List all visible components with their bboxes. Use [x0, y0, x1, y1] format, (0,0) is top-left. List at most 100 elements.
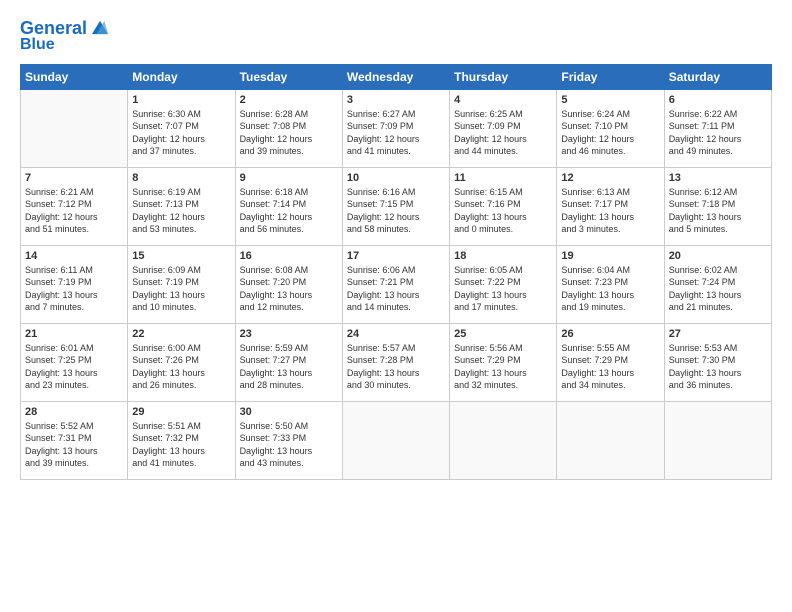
- day-number: 22: [132, 328, 230, 340]
- day-number: 8: [132, 172, 230, 184]
- day-number: 3: [347, 94, 445, 106]
- day-number: 25: [454, 328, 552, 340]
- day-number: 28: [25, 406, 123, 418]
- day-info: Sunrise: 5:56 AM Sunset: 7:29 PM Dayligh…: [454, 342, 552, 392]
- weekday-header: Wednesday: [342, 64, 449, 89]
- day-info: Sunrise: 6:15 AM Sunset: 7:16 PM Dayligh…: [454, 186, 552, 236]
- calendar-cell: 12Sunrise: 6:13 AM Sunset: 7:17 PM Dayli…: [557, 167, 664, 245]
- day-number: 30: [240, 406, 338, 418]
- calendar-cell: 10 Sunrise: 6:16 AM Sunset: 7:15 PM Dayli…: [342, 167, 449, 245]
- calendar-cell: 3 Sunrise: 6:27 AM Sunset: 7:09 PM Daylig…: [342, 89, 449, 167]
- day-number: 11: [454, 172, 552, 184]
- calendar-cell: 14 Sunrise: 6:11 AM Sunset: 7:19 PM Dayli…: [21, 245, 128, 323]
- day-info: Sunrise: 6:21 AM Sunset: 7:12 PM Dayligh…: [25, 186, 123, 236]
- day-info: Sunrise: 6:16 AM Sunset: 7:15 PM Dayligh…: [347, 186, 445, 236]
- weekday-header: Sunday: [21, 64, 128, 89]
- calendar-cell: 16 Sunrise: 6:08 AM Sunset: 7:20 PM Dayli…: [235, 245, 342, 323]
- day-info: Sunrise: 6:27 AM Sunset: 7:09 PM Dayligh…: [347, 108, 445, 158]
- weekday-header: Friday: [557, 64, 664, 89]
- day-info: Sunrise: 6:02 AM Sunset: 7:24 PM Dayligh…: [669, 264, 767, 314]
- calendar-week: 1 Sunrise: 6:30 AM Sunset: 7:07 PM Daylig…: [21, 89, 772, 167]
- day-number: 1: [132, 94, 230, 106]
- day-number: 13: [669, 172, 767, 184]
- calendar-cell: 25 Sunrise: 5:56 AM Sunset: 7:29 PM Dayli…: [450, 323, 557, 401]
- day-info: Sunrise: 5:52 AM Sunset: 7:31 PM Dayligh…: [25, 420, 123, 470]
- weekday-row: SundayMondayTuesdayWednesdayThursdayFrid…: [21, 64, 772, 89]
- day-info: Sunrise: 5:59 AM Sunset: 7:27 PM Dayligh…: [240, 342, 338, 392]
- calendar-cell: 5 Sunrise: 6:24 AM Sunset: 7:10 PM Daylig…: [557, 89, 664, 167]
- day-info: Sunrise: 6:09 AM Sunset: 7:19 PM Dayligh…: [132, 264, 230, 314]
- logo: General Blue: [20, 18, 111, 54]
- day-info: Sunrise: 5:51 AM Sunset: 7:32 PM Dayligh…: [132, 420, 230, 470]
- calendar-cell: 18 Sunrise: 6:05 AM Sunset: 7:22 PM Dayli…: [450, 245, 557, 323]
- weekday-header: Tuesday: [235, 64, 342, 89]
- day-number: 19: [561, 250, 659, 262]
- calendar-cell: 20 Sunrise: 6:02 AM Sunset: 7:24 PM Dayli…: [664, 245, 771, 323]
- day-info: Sunrise: 6:24 AM Sunset: 7:10 PM Dayligh…: [561, 108, 659, 158]
- calendar-cell: 24 Sunrise: 5:57 AM Sunset: 7:28 PM Dayli…: [342, 323, 449, 401]
- header: General Blue: [20, 18, 772, 54]
- day-info: Sunrise: 5:53 AM Sunset: 7:30 PM Dayligh…: [669, 342, 767, 392]
- day-info: Sunrise: 6:22 AM Sunset: 7:11 PM Dayligh…: [669, 108, 767, 158]
- day-info: Sunrise: 6:18 AM Sunset: 7:14 PM Dayligh…: [240, 186, 338, 236]
- calendar-cell: 7 Sunrise: 6:21 AM Sunset: 7:12 PM Daylig…: [21, 167, 128, 245]
- calendar-cell: 30Sunrise: 5:50 AM Sunset: 7:33 PM Dayli…: [235, 401, 342, 479]
- day-number: 9: [240, 172, 338, 184]
- day-number: 21: [25, 328, 123, 340]
- day-number: 27: [669, 328, 767, 340]
- calendar-cell: 17Sunrise: 6:06 AM Sunset: 7:21 PM Dayli…: [342, 245, 449, 323]
- calendar-cell: 28 Sunrise: 5:52 AM Sunset: 7:31 PM Dayli…: [21, 401, 128, 479]
- weekday-header: Saturday: [664, 64, 771, 89]
- calendar-cell: 21 Sunrise: 6:01 AM Sunset: 7:25 PM Dayli…: [21, 323, 128, 401]
- weekday-header: Thursday: [450, 64, 557, 89]
- calendar-header: SundayMondayTuesdayWednesdayThursdayFrid…: [21, 64, 772, 89]
- calendar-cell: 26 Sunrise: 5:55 AM Sunset: 7:29 PM Dayli…: [557, 323, 664, 401]
- day-info: Sunrise: 6:01 AM Sunset: 7:25 PM Dayligh…: [25, 342, 123, 392]
- calendar-cell: 13 Sunrise: 6:12 AM Sunset: 7:18 PM Dayli…: [664, 167, 771, 245]
- day-info: Sunrise: 6:25 AM Sunset: 7:09 PM Dayligh…: [454, 108, 552, 158]
- day-number: 20: [669, 250, 767, 262]
- calendar-cell: 4 Sunrise: 6:25 AM Sunset: 7:09 PM Daylig…: [450, 89, 557, 167]
- day-info: Sunrise: 6:00 AM Sunset: 7:26 PM Dayligh…: [132, 342, 230, 392]
- day-number: 18: [454, 250, 552, 262]
- day-number: 2: [240, 94, 338, 106]
- day-info: Sunrise: 5:57 AM Sunset: 7:28 PM Dayligh…: [347, 342, 445, 392]
- weekday-header: Monday: [128, 64, 235, 89]
- day-number: 23: [240, 328, 338, 340]
- calendar-cell: [557, 401, 664, 479]
- day-number: 16: [240, 250, 338, 262]
- day-info: Sunrise: 6:30 AM Sunset: 7:07 PM Dayligh…: [132, 108, 230, 158]
- calendar-cell: 8 Sunrise: 6:19 AM Sunset: 7:13 PM Daylig…: [128, 167, 235, 245]
- day-number: 26: [561, 328, 659, 340]
- calendar-cell: 9 Sunrise: 6:18 AM Sunset: 7:14 PM Daylig…: [235, 167, 342, 245]
- day-info: Sunrise: 6:12 AM Sunset: 7:18 PM Dayligh…: [669, 186, 767, 236]
- calendar-cell: 27 Sunrise: 5:53 AM Sunset: 7:30 PM Dayli…: [664, 323, 771, 401]
- day-info: Sunrise: 5:55 AM Sunset: 7:29 PM Dayligh…: [561, 342, 659, 392]
- day-number: 7: [25, 172, 123, 184]
- logo-icon: [89, 18, 111, 40]
- day-info: Sunrise: 6:13 AM Sunset: 7:17 PM Dayligh…: [561, 186, 659, 236]
- day-number: 17: [347, 250, 445, 262]
- day-number: 14: [25, 250, 123, 262]
- day-number: 4: [454, 94, 552, 106]
- calendar-cell: 29 Sunrise: 5:51 AM Sunset: 7:32 PM Dayli…: [128, 401, 235, 479]
- day-info: Sunrise: 6:11 AM Sunset: 7:19 PM Dayligh…: [25, 264, 123, 314]
- day-number: 6: [669, 94, 767, 106]
- calendar-cell: 1 Sunrise: 6:30 AM Sunset: 7:07 PM Daylig…: [128, 89, 235, 167]
- calendar-week: 7 Sunrise: 6:21 AM Sunset: 7:12 PM Daylig…: [21, 167, 772, 245]
- calendar-week: 21 Sunrise: 6:01 AM Sunset: 7:25 PM Dayli…: [21, 323, 772, 401]
- calendar-cell: 2Sunrise: 6:28 AM Sunset: 7:08 PM Daylig…: [235, 89, 342, 167]
- day-info: Sunrise: 6:08 AM Sunset: 7:20 PM Dayligh…: [240, 264, 338, 314]
- day-info: Sunrise: 6:19 AM Sunset: 7:13 PM Dayligh…: [132, 186, 230, 236]
- day-number: 5: [561, 94, 659, 106]
- day-number: 24: [347, 328, 445, 340]
- calendar-body: 1 Sunrise: 6:30 AM Sunset: 7:07 PM Daylig…: [21, 89, 772, 479]
- calendar-week: 14 Sunrise: 6:11 AM Sunset: 7:19 PM Dayli…: [21, 245, 772, 323]
- calendar-cell: 19 Sunrise: 6:04 AM Sunset: 7:23 PM Dayli…: [557, 245, 664, 323]
- calendar-cell: 23 Sunrise: 5:59 AM Sunset: 7:27 PM Dayli…: [235, 323, 342, 401]
- day-info: Sunrise: 6:04 AM Sunset: 7:23 PM Dayligh…: [561, 264, 659, 314]
- day-number: 10: [347, 172, 445, 184]
- day-number: 29: [132, 406, 230, 418]
- calendar-cell: [342, 401, 449, 479]
- day-info: Sunrise: 6:05 AM Sunset: 7:22 PM Dayligh…: [454, 264, 552, 314]
